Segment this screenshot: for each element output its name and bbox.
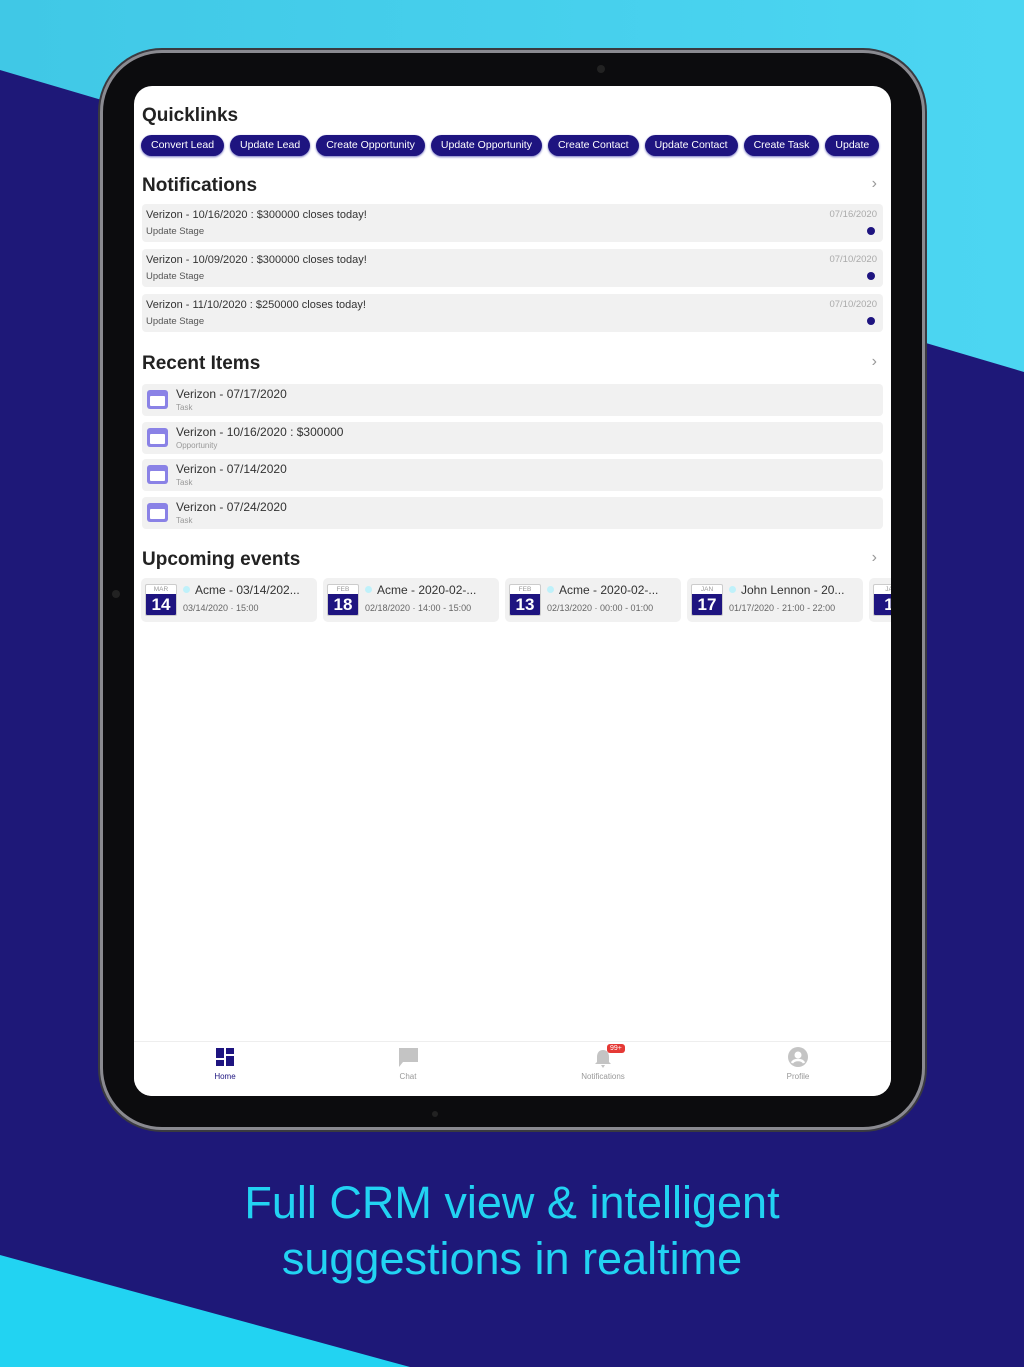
unread-dot [867, 227, 875, 235]
quicklink-update-contact[interactable]: Update Contact [644, 135, 738, 156]
tab-label: Notifications [581, 1072, 625, 1081]
event-color-dot [729, 586, 736, 593]
event-month: MAR [153, 586, 169, 593]
app-screen: Quicklinks Convert Lead Update Lead Crea… [134, 86, 891, 1096]
event-card[interactable]: FEB 13 Acme - 2020-02-... 02/13/2020 · 00… [505, 578, 681, 622]
chevron-right-icon[interactable]: › [872, 549, 877, 567]
event-title: Acme - 03/14/202... [195, 583, 300, 597]
camera-side [112, 590, 120, 598]
tagline-line1: Full CRM view & intelligent [244, 1177, 780, 1228]
calendar-icon: JA1 [873, 584, 891, 616]
event-month: JAN [700, 586, 714, 593]
event-card[interactable]: FEB 18 Acme - 2020-02-... 02/18/2020 · 14… [323, 578, 499, 622]
calendar-icon: MAR 14 [145, 584, 177, 616]
event-title: Acme - 2020-02-... [559, 583, 659, 597]
calendar-icon: FEB 13 [509, 584, 541, 616]
tab-label: Chat [399, 1072, 417, 1081]
quicklink-update-opportunity[interactable]: Update Opportunity [430, 135, 542, 156]
sensor [432, 1111, 438, 1117]
notifications-title: Notifications [142, 175, 258, 196]
event-month: FEB [336, 586, 350, 593]
recent-item-title: Verizon - 07/17/2020 [176, 387, 287, 401]
tab-profile[interactable]: Profile [738, 1042, 858, 1096]
quicklinks-bar[interactable]: Convert Lead Update Lead Create Opportun… [141, 135, 880, 156]
notification-action: Update Stage [146, 316, 205, 327]
event-color-dot [183, 586, 190, 593]
event-title: Acme - 2020-02-... [377, 583, 477, 597]
event-time: 03/14/2020 · 15:00 [183, 603, 259, 613]
quicklink-convert-lead[interactable]: Convert Lead [141, 135, 225, 156]
notification-action: Update Stage [146, 226, 205, 237]
event-color-dot [365, 586, 372, 593]
notification-item[interactable]: Verizon - 10/09/2020 : $300000 closes to… [142, 249, 883, 287]
event-time: 02/13/2020 · 00:00 - 01:00 [547, 603, 654, 613]
folder-icon [147, 390, 168, 409]
quicklink-create-opportunity[interactable]: Create Opportunity [316, 135, 425, 156]
quicklink-create-task[interactable]: Create Task [743, 135, 820, 156]
notification-action: Update Stage [146, 271, 205, 282]
tab-chat[interactable]: Chat [348, 1042, 468, 1096]
upcoming-events-title: Upcoming events [142, 549, 301, 570]
event-card[interactable]: JAN 17 John Lennon - 20... 01/17/2020 · 2… [687, 578, 863, 622]
event-day: 14 [146, 594, 176, 615]
notification-date: 07/10/2020 [829, 299, 877, 310]
unread-dot [867, 272, 875, 280]
event-title: John Lennon - 20... [741, 583, 845, 597]
unread-dot [867, 317, 875, 325]
notification-badge: 99+ [607, 1044, 625, 1053]
recent-item[interactable]: Verizon - 07/14/2020 Task [142, 459, 883, 492]
recent-item-title: Verizon - 07/14/2020 [176, 462, 287, 477]
event-month: FEB [518, 586, 532, 593]
recent-item-title: Verizon - 10/16/2020 : $300000 [176, 424, 344, 439]
folder-icon [147, 503, 168, 523]
camera [597, 65, 605, 73]
recent-items-title: Recent Items [142, 353, 261, 374]
event-card[interactable]: MAR 14 Acme - 03/14/202... 03/14/2020 · 1… [141, 578, 317, 622]
tab-label: Home [214, 1072, 236, 1081]
notification-item[interactable]: Verizon - 11/10/2020 : $250000 closes to… [142, 294, 883, 332]
notification-title: Verizon - 10/16/2020 : $300000 closes to… [146, 209, 367, 221]
folder-icon [147, 465, 168, 485]
event-month: JA [885, 586, 891, 593]
recent-item[interactable]: Verizon - 07/17/2020 Task [142, 384, 883, 416]
dashboard-icon [216, 1048, 234, 1066]
chat-icon [399, 1048, 418, 1067]
notification-date: 07/16/2020 [829, 209, 877, 220]
quicklink-update-task[interactable]: Update [825, 135, 880, 156]
event-card[interactable]: JA1 [869, 578, 891, 622]
recent-item[interactable]: Verizon - 10/16/2020 : $300000 Opportuni… [142, 421, 883, 454]
tab-label: Profile [786, 1072, 810, 1081]
quicklinks-title: Quicklinks [142, 105, 239, 126]
quicklink-create-contact[interactable]: Create Contact [547, 135, 639, 156]
recent-item-title: Verizon - 07/24/2020 [176, 500, 287, 515]
event-day: 17 [692, 594, 722, 615]
notification-date: 07/10/2020 [829, 254, 877, 265]
event-color-dot [547, 586, 554, 593]
tab-home[interactable]: Home [165, 1042, 285, 1096]
recent-item-type: Task [176, 478, 193, 488]
folder-icon [147, 427, 168, 447]
recent-item-type: Opportunity [176, 440, 218, 450]
recent-item-type: Task [176, 403, 193, 412]
notification-title: Verizon - 10/09/2020 : $300000 closes to… [146, 254, 367, 266]
chevron-right-icon[interactable]: › [872, 175, 877, 193]
notification-title: Verizon - 11/10/2020 : $250000 closes to… [146, 299, 366, 311]
event-time: 02/18/2020 · 14:00 - 15:00 [365, 603, 472, 613]
tab-notifications[interactable]: 99+ Notifications [543, 1042, 663, 1096]
tab-bar: Home Chat 99+ Notifications Profile [134, 1041, 891, 1096]
event-day: 18 [328, 594, 358, 615]
profile-icon [788, 1047, 808, 1067]
event-time: 01/17/2020 · 21:00 - 22:00 [729, 603, 836, 613]
quicklink-update-lead[interactable]: Update Lead [230, 135, 311, 156]
tagline: Full CRM view & intelligent suggestions … [0, 1175, 1024, 1287]
recent-item[interactable]: Verizon - 07/24/2020 Task [142, 497, 883, 530]
calendar-icon: JAN 17 [691, 584, 723, 616]
calendar-icon: FEB 18 [327, 584, 359, 616]
recent-item-type: Task [176, 516, 193, 526]
event-day: 1 [874, 594, 891, 615]
event-day: 13 [510, 594, 540, 615]
chevron-right-icon[interactable]: › [872, 353, 877, 371]
tagline-line2: suggestions in realtime [281, 1233, 743, 1284]
notification-item[interactable]: Verizon - 10/16/2020 : $300000 closes to… [142, 204, 883, 242]
